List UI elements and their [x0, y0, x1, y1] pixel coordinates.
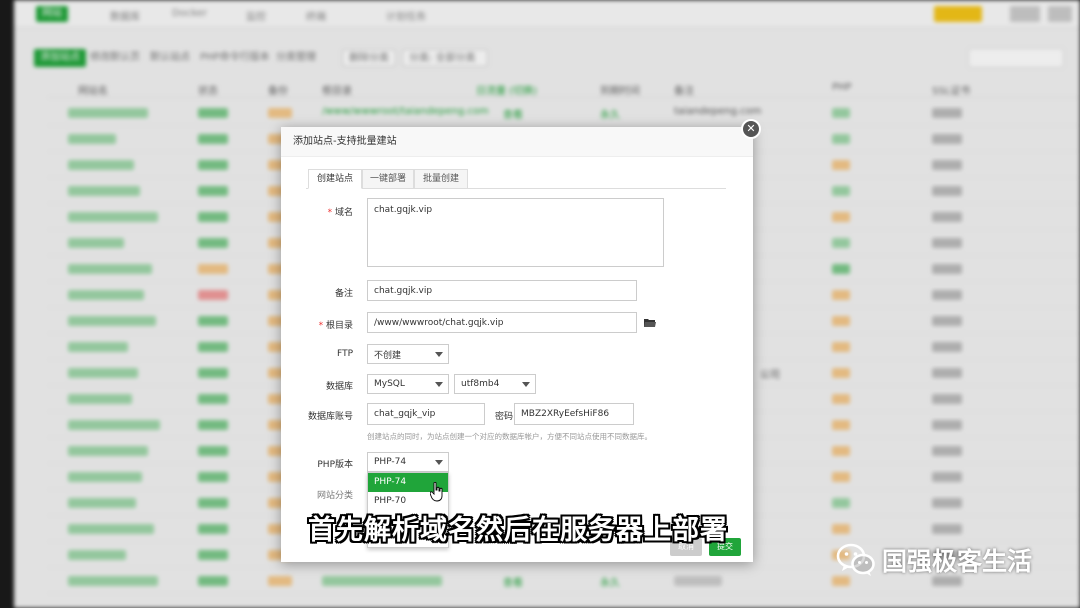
db-password-label: 密码	[494, 412, 513, 422]
wechat-icon	[836, 543, 875, 576]
db-account-label: 数据库账号	[307, 412, 353, 422]
folder-icon[interactable]	[644, 318, 656, 328]
database-type-value: MySQL	[374, 379, 405, 389]
chevron-down-icon	[435, 352, 443, 357]
dialog-title: 添加站点-支持批量建站	[281, 127, 753, 157]
tab-one-click-deploy[interactable]: 一键部署	[362, 169, 414, 189]
tab-batch-create[interactable]: 批量创建	[414, 169, 468, 189]
chevron-down-icon	[522, 382, 530, 387]
database-charset-select[interactable]: utf8mb4	[454, 374, 536, 394]
database-charset-value: utf8mb4	[461, 379, 500, 389]
db-password-input[interactable]: MBZ2XRyEefsHiF86	[514, 403, 634, 425]
watermark: 国强极客生活	[836, 543, 1032, 577]
ftp-select[interactable]: 不创建	[367, 344, 449, 364]
ftp-select-value: 不创建	[374, 350, 402, 361]
db-account-input[interactable]: chat_gqjk_vip	[367, 403, 485, 425]
video-subtitle: 首先解析域名然后在服务器上部署	[308, 515, 728, 546]
database-label: 数据库	[325, 382, 353, 392]
php-version-select[interactable]: PHP-74	[367, 452, 449, 472]
domain-label: * 域名	[327, 208, 353, 218]
php-version-value: PHP-74	[374, 457, 407, 467]
db-hint-text: 创建站点的同时，为站点创建一个对应的数据库帐户，方便不同站点使用不同数据库。	[367, 432, 652, 441]
tab-create-site[interactable]: 创建站点	[308, 169, 362, 189]
php-version-label: PHP版本	[317, 460, 353, 470]
ftp-label: FTP	[337, 349, 353, 359]
root-label: * 根目录	[318, 321, 353, 331]
dialog-tabs: 创建站点 一键部署 批量创建	[306, 169, 726, 189]
note-input[interactable]: chat.gqjk.vip	[367, 280, 637, 301]
add-site-dialog: 添加站点-支持批量建站 ✕ 创建站点 一键部署 批量创建 * 域名 chat.g…	[281, 119, 761, 562]
note-label: 备注	[334, 289, 353, 299]
site-category-label: 网站分类	[316, 491, 353, 501]
hand-cursor-icon	[430, 482, 443, 502]
root-input[interactable]: /www/wwwroot/chat.gqjk.vip	[367, 312, 637, 333]
database-type-select[interactable]: MySQL	[367, 374, 449, 394]
domain-textarea[interactable]: chat.gqjk.vip	[367, 198, 664, 267]
close-icon[interactable]: ✕	[741, 119, 761, 139]
chevron-down-icon	[435, 382, 443, 387]
chevron-down-icon	[435, 460, 443, 465]
watermark-text: 国强极客生活	[882, 547, 1033, 576]
